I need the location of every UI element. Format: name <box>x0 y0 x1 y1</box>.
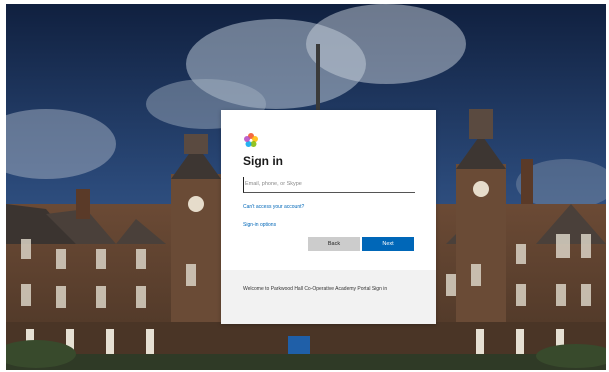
back-button[interactable]: Back <box>308 237 360 251</box>
next-button[interactable]: Next <box>362 237 414 251</box>
pinwheel-logo-icon <box>243 132 259 148</box>
signin-footer: Welcome to Parkwood Hall Co-Operative Ac… <box>221 270 436 324</box>
signin-title: Sign in <box>243 154 283 168</box>
signin-options-link[interactable]: Sign-in options <box>243 222 276 228</box>
signin-form: Sign in Can't access your account? Sign-… <box>221 110 436 270</box>
welcome-text: Welcome to Parkwood Hall Co-Operative Ac… <box>243 286 388 292</box>
email-input[interactable] <box>243 177 415 193</box>
login-page: Sign in Can't access your account? Sign-… <box>0 0 609 372</box>
cant-access-account-link[interactable]: Can't access your account? <box>243 204 304 210</box>
signin-card: Sign in Can't access your account? Sign-… <box>221 110 436 324</box>
